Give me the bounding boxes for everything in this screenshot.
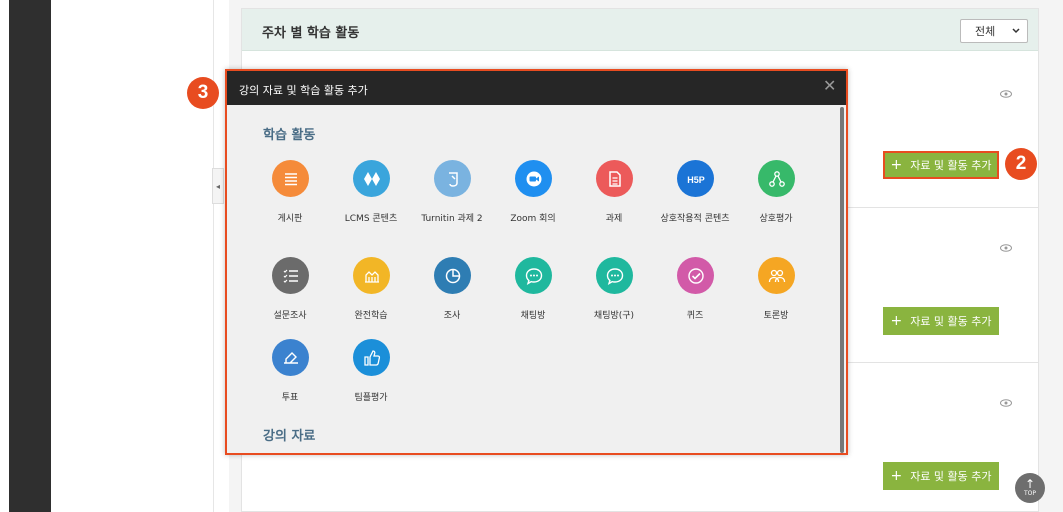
activity-label: 게시판 [277,214,303,224]
activity-assignment[interactable]: 과제 [568,160,660,240]
activity-label: 조사 [443,311,461,321]
activity-chat-old[interactable]: 채팅방(구) [568,257,660,337]
add-activity-modal: 강의 자료 및 학습 활동 추가 ✕ 학습 활동 게시판 LCMS 콘텐츠 Tu… [225,69,848,455]
activity-vote[interactable]: 투표 [244,339,336,419]
modal-scrollbar[interactable] [840,107,844,453]
lcms-icon [353,160,390,197]
survey-icon [272,257,309,294]
activity-label: 상호평가 [759,214,793,224]
svg-text:H5P: H5P [687,175,705,185]
activity-peer-review[interactable]: 상호평가 [730,160,822,240]
activity-label: 완전학습 [354,311,388,321]
modal-header: 강의 자료 및 학습 활동 추가 ✕ [227,71,846,105]
panel-header: 주차 별 학습 활동 전체 [242,9,1038,51]
activity-label: 투표 [281,393,299,403]
activity-turnitin[interactable]: Turnitin 과제 2 [406,160,498,240]
forum-icon [758,257,795,294]
activity-forum[interactable]: 토론방 [730,257,822,337]
scroll-top-button[interactable]: ↑ TOP [1015,473,1045,503]
activity-board[interactable]: 게시판 [244,160,336,240]
eye-icon[interactable] [999,84,1013,98]
chat-old-icon [596,257,633,294]
vote-icon [272,339,309,376]
activity-lcms[interactable]: LCMS 콘텐츠 [325,160,417,240]
activity-label: 퀴즈 [686,311,704,321]
activity-zoom[interactable]: Zoom 회의 [487,160,579,240]
eye-icon[interactable] [999,393,1013,407]
add-material-label: 자료 및 활동 추가 [910,470,992,483]
week-filter-value: 전체 [975,25,996,38]
activity-interactive-content[interactable]: H5P 상호작용적 콘텐츠 [649,160,741,240]
left-nav-strip [9,0,51,512]
h5p-icon: H5P [677,160,714,197]
section-title-materials: 강의 자료 [263,429,316,444]
quiz-icon [677,257,714,294]
peer-review-icon [758,160,795,197]
activity-team-eval[interactable]: 팀플평가 [325,339,417,419]
activity-chat[interactable]: 채팅방 [487,257,579,337]
left-panel [51,0,214,512]
mastery-icon [353,257,390,294]
team-eval-icon [353,339,390,376]
poll-icon [434,257,471,294]
activity-survey[interactable]: 설문조사 [244,257,336,337]
scroll-top-label: TOP [1023,490,1036,497]
activity-mastery[interactable]: 완전학습 [325,257,417,337]
plus-icon: + [890,157,903,173]
activity-label: 상호작용적 콘텐츠 [660,214,730,224]
activity-label: 설문조사 [273,311,307,321]
activity-quiz[interactable]: 퀴즈 [649,257,741,337]
activity-label: 채팅방(구) [593,311,635,321]
close-icon[interactable]: ✕ [823,78,836,94]
plus-icon: + [890,468,903,484]
chat-icon [515,257,552,294]
add-material-label: 자료 및 활동 추가 [910,159,992,172]
plus-icon: + [890,313,903,329]
assignment-icon [596,160,633,197]
week-filter-select[interactable]: 전체 [960,19,1028,43]
activity-label: LCMS 콘텐츠 [344,214,398,224]
activity-label: Zoom 회의 [510,214,556,224]
board-icon [272,160,309,197]
step-badge-3: 3 [187,77,219,109]
activity-label: 팀플평가 [354,393,388,403]
step-badge-2: 2 [1005,148,1037,180]
sidebar-collapse-handle[interactable]: ◂ [212,168,224,204]
activity-label: 토론방 [763,311,789,321]
activity-label: 채팅방 [520,311,546,321]
eye-icon[interactable] [999,238,1013,252]
activity-label: 과제 [605,214,623,224]
activity-label: Turnitin 과제 2 [421,214,483,224]
add-material-button[interactable]: + 자료 및 활동 추가 [883,151,999,179]
add-material-button[interactable]: + 자료 및 활동 추가 [883,307,999,335]
add-material-button[interactable]: + 자료 및 활동 추가 [883,462,999,490]
activity-poll[interactable]: 조사 [406,257,498,337]
turnitin-icon [434,160,471,197]
chevron-down-icon [1011,24,1021,41]
modal-title: 강의 자료 및 학습 활동 추가 [239,84,368,97]
section-title-activities: 학습 활동 [263,128,316,143]
zoom-icon [515,160,552,197]
arrow-up-icon: ↑ [1024,477,1036,491]
page-title: 주차 별 학습 활동 [262,26,360,41]
add-material-label: 자료 및 활동 추가 [910,315,992,328]
